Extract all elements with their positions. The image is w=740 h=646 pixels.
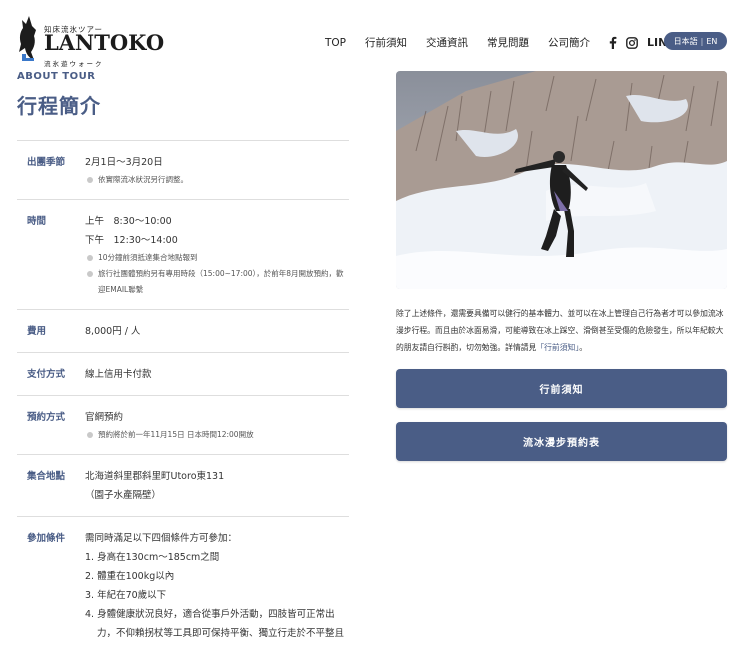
detail-row-conditions: 參加條件 需同時滿足以下四個條件方可參加： 1. 身高在130cm～185cm之… <box>17 517 349 646</box>
brand-tagline-bottom: 流氷遊ウォーク <box>44 60 104 68</box>
conditions-intro: 需同時滿足以下四個條件方可參加： <box>85 533 238 544</box>
detail-value: 上午 8:30～10:00 下午 12:30～14:00 10分鐘前須抵達集合地… <box>85 212 349 298</box>
season-dates: 2月1日～3月20日 <box>85 157 163 168</box>
nav-item-precautions[interactable]: 行前須知 <box>365 35 407 50</box>
nav-item-top[interactable]: TOP <box>325 37 346 49</box>
tour-description: 除了上述條件，還需要具備可以健行的基本體力、並可以在冰上管理自己行為者才可以參加… <box>396 309 724 352</box>
detail-row-payment: 支付方式 線上信用卡付款 <box>17 353 349 396</box>
brand-logo[interactable]: 知床流氷ツアー LANTOKO 流氷遊ウォーク <box>16 14 164 68</box>
detail-note: 依實際流冰狀況另行調整。 <box>85 172 349 188</box>
payment-value: 線上信用卡付款 <box>85 369 152 380</box>
detail-label: 預約方式 <box>27 412 66 423</box>
detail-label: 支付方式 <box>27 369 66 380</box>
lang-en[interactable]: EN <box>706 37 717 46</box>
detail-label: 出團季節 <box>27 157 66 168</box>
fee-value: 8,000円 / 人 <box>85 326 141 337</box>
condition-item: 3. 年紀在70歲以下 <box>85 590 167 601</box>
time-morning: 上午 8:30～10:00 <box>85 216 172 227</box>
detail-value: 需同時滿足以下四個條件方可參加： 1. 身高在130cm～185cm之間 2. … <box>85 529 349 646</box>
tour-details-table: 出團季節 2月1日～3月20日 依實際流冰狀況另行調整。 時間 上午 8:30～… <box>17 140 349 646</box>
condition-item: 4. 身體健康狀況良好，適合從事戶外活動，四肢皆可正常出力，不仰賴拐杖等工具即可… <box>85 609 345 639</box>
main-nav: TOP 行前須知 交通資訊 常見問題 公司簡介 LINE <box>325 35 675 50</box>
nav-item-faq[interactable]: 常見問題 <box>487 35 529 50</box>
nav-item-company[interactable]: 公司簡介 <box>548 35 590 50</box>
bullet-icon <box>87 271 93 277</box>
lang-ja[interactable]: 日本語 <box>674 36 698 47</box>
lang-separator: | <box>700 36 704 46</box>
detail-note: 旅行社團體預約另有專用時段（15:00~17:00），於前年8月開放預約，歡迎E… <box>85 266 349 298</box>
detail-row-time: 時間 上午 8:30～10:00 下午 12:30～14:00 10分鐘前須抵達… <box>17 200 349 310</box>
detail-label: 參加條件 <box>27 533 66 544</box>
bullet-icon <box>87 177 93 183</box>
meeting-address: 北海道斜里郡斜里町Utoro東131 <box>85 471 225 482</box>
reservation-form-button[interactable]: 流冰漫步預約表 <box>396 422 727 461</box>
instagram-icon[interactable] <box>626 36 638 50</box>
time-afternoon: 下午 12:30～14:00 <box>85 235 178 246</box>
fox-logo-icon <box>19 16 36 61</box>
detail-row-booking: 預約方式 官網預約 預約將於前一年11月15日 日本時間12:00開放 <box>17 396 349 455</box>
detail-row-fee: 費用 8,000円 / 人 <box>17 310 349 353</box>
precautions-button[interactable]: 行前須知 <box>396 369 727 408</box>
condition-item: 1. 身高在130cm～185cm之間 <box>85 552 220 563</box>
brand-name: LANTOKO <box>44 30 165 55</box>
detail-row-season: 出團季節 2月1日～3月20日 依實際流冰狀況另行調整。 <box>17 141 349 200</box>
section-eyebrow: ABOUT TOUR <box>17 71 96 82</box>
detail-note: 10分鐘前須抵達集合地點報到 <box>85 250 349 266</box>
detail-label: 集合地點 <box>27 471 66 482</box>
language-switcher: 日本語 | EN <box>664 32 727 50</box>
detail-label: 時間 <box>27 216 47 227</box>
meeting-landmark: （園子水產隔壁） <box>85 490 162 501</box>
detail-value: 官網預約 預約將於前一年11月15日 日本時間12:00開放 <box>85 408 349 443</box>
page-title: 行程簡介 <box>17 94 101 118</box>
detail-note: 預約將於前一年11月15日 日本時間12:00開放 <box>85 427 349 443</box>
detail-value: 北海道斜里郡斜里町Utoro東131 （園子水產隔壁） <box>85 467 349 505</box>
facebook-icon[interactable] <box>609 36 617 50</box>
nav-item-access[interactable]: 交通資訊 <box>426 35 468 50</box>
bullet-icon <box>87 432 93 438</box>
bullet-icon <box>87 255 93 261</box>
detail-row-meeting: 集合地點 北海道斜里郡斜里町Utoro東131 （園子水產隔壁） <box>17 455 349 517</box>
precautions-link[interactable]: 「行前須知」 <box>536 343 579 352</box>
detail-value: 2月1日～3月20日 依實際流冰狀況另行調整。 <box>85 153 349 188</box>
tour-photo <box>396 71 727 289</box>
condition-item: 2. 體重在100kg以內 <box>85 571 175 582</box>
booking-value: 官網預約 <box>85 412 124 423</box>
detail-label: 費用 <box>27 326 47 337</box>
